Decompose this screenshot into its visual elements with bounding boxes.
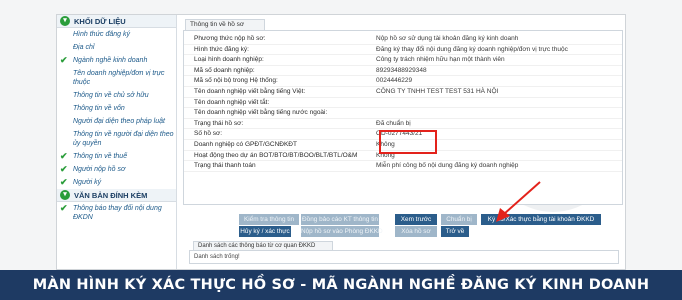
attachment-item-label: Thông báo thay đổi nội dung ĐKDN <box>73 205 162 221</box>
file-info-panel: Phương thức nộp hồ sơ: Nộp hồ sơ sử dụng … <box>183 30 623 205</box>
sidebar-item-label: Thông tin về người đại diện theo ủy quyề… <box>73 131 174 147</box>
sidebar-item[interactable]: Thông tin về vốn <box>57 102 176 115</box>
info-row: Hình thức đăng ký: Đăng ký thay đổi nội d… <box>184 45 622 56</box>
sidebar-item[interactable]: ✔ Thông tin về thuế <box>57 150 176 163</box>
sidebar-section-title: KHỐI DỮ LIỆU <box>74 16 126 26</box>
main-content: $ Thông tin về hồ sơ Phương thức nộp hồ … <box>183 17 623 267</box>
info-row-label: Trạng thái hồ sơ: <box>194 119 244 127</box>
sidebar-item[interactable]: ✔ Người nộp hồ sơ <box>57 163 176 176</box>
screenshot-frame: ▾ KHỐI DỮ LIỆU Hình thức đăng ký Địa chỉ ✔… <box>0 0 682 270</box>
sidebar-item-label: Người nộp hồ sơ <box>73 166 126 173</box>
info-row-value: Đã chuẩn bị <box>376 119 411 127</box>
info-row-label: Doanh nghiệp có GPĐT/GCNĐKĐT <box>194 140 297 148</box>
sidebar-item-label: Thông tin về vốn <box>73 105 125 112</box>
info-row-value: 0024446229 <box>376 77 413 85</box>
info-row: Tên doanh nghiệp viết tắt: <box>184 98 622 109</box>
info-row-label: Hoạt động theo dự án BOT/BTO/BT/BOO/BLT/… <box>194 151 358 159</box>
cancel-sign-button[interactable]: Hủy ký / xác thực <box>239 226 291 237</box>
check-info-button[interactable]: Kiểm tra thông tin <box>239 214 299 225</box>
check-icon: ✔ <box>60 55 68 65</box>
delete-file-button[interactable]: Xóa hồ sơ <box>395 226 437 237</box>
submit-file-button[interactable]: Nộp hồ sơ vào Phòng ĐKKD <box>301 226 383 237</box>
info-row-label: Tên doanh nghiệp viết tắt: <box>194 98 270 106</box>
app-window: ▾ KHỐI DỮ LIỆU Hình thức đăng ký Địa chỉ ✔… <box>56 14 626 270</box>
info-row-label: Tên doanh nghiệp viết bằng tiếng Việt: <box>194 87 306 95</box>
info-row-label: Hình thức đăng ký: <box>194 45 249 53</box>
info-row: Loại hình doanh nghiệp: Công ty trách nhi… <box>184 55 622 66</box>
sidebar-item[interactable]: Địa chỉ <box>57 41 176 54</box>
sidebar-item[interactable]: Người đại diện theo pháp luật <box>57 115 176 128</box>
info-row-value: Công ty trách nhiệm hữu hạn một thành vi… <box>376 56 505 64</box>
info-row: Tên doanh nghiệp viết bằng tiếng nước ng… <box>184 108 622 119</box>
sidebar-section-data[interactable]: ▾ KHỐI DỮ LIỆU <box>57 15 176 28</box>
info-row: Tên doanh nghiệp viết bằng tiếng Việt: CÔ… <box>184 87 622 98</box>
sidebar-item-label: Người đại diện theo pháp luật <box>73 118 165 125</box>
info-row-value: Miễn phí công bố nội dung đăng ký doanh … <box>376 162 519 170</box>
sidebar-item[interactable]: Hình thức đăng ký <box>57 28 176 41</box>
status-highlight-box <box>379 130 437 154</box>
info-row-value <box>376 98 622 108</box>
info-row-label: Mã số doanh nghiệp: <box>194 66 255 74</box>
info-row: Trạng thái thanh toán Miễn phí công bố nộ… <box>184 161 622 172</box>
sidebar: ▾ KHỐI DỮ LIỆU Hình thức đăng ký Địa chỉ ✔… <box>57 15 177 269</box>
sidebar-item[interactable]: Thông tin về chủ sở hữu <box>57 89 176 102</box>
info-row-label: Trạng thái thanh toán <box>194 162 256 170</box>
check-icon: ✔ <box>60 177 68 187</box>
info-row: Trạng thái hồ sơ: Đã chuẩn bị <box>184 119 622 130</box>
sidebar-item[interactable]: ✔ Người ký <box>57 176 176 189</box>
section-toggle-icon: ▾ <box>60 16 70 26</box>
annotation-arrow-icon <box>496 181 541 222</box>
info-row-value: 89293488929348 <box>376 66 427 74</box>
sidebar-item[interactable]: Thông tin về người đại diện theo ủy quyề… <box>57 128 176 150</box>
prepare-button[interactable]: Chuẩn bị <box>441 214 477 225</box>
check-icon: ✔ <box>60 203 68 213</box>
check-icon: ✔ <box>60 164 68 174</box>
back-button[interactable]: Trở về <box>441 226 469 237</box>
attachment-item[interactable]: ✔ Thông báo thay đổi nội dung ĐKDN <box>57 202 176 224</box>
sidebar-item-label: Ngành nghề kinh doanh <box>73 57 148 64</box>
notifications-list-empty: Danh sách trống! <box>189 250 619 264</box>
sidebar-item[interactable]: Tên doanh nghiệp/đơn vị trực thuộc <box>57 67 176 89</box>
sidebar-item-label: Thông tin về thuế <box>73 153 128 160</box>
info-row-label: Mã số nội bộ trong Hệ thống: <box>194 77 278 85</box>
sync-report-button[interactable]: Đồng bảo cáo KT thông tin <box>301 214 379 225</box>
section-toggle-icon: ▾ <box>60 190 70 200</box>
sidebar-section-attachments[interactable]: ▾ VĂN BẢN ĐÍNH KÈM <box>57 189 176 202</box>
sidebar-section-title: VĂN BẢN ĐÍNH KÈM <box>74 190 148 200</box>
info-row-value: CÔNG TY TNHH TEST TEST 531 HÀ NỘI <box>376 87 499 95</box>
info-row-label: Tên doanh nghiệp viết bằng tiếng nước ng… <box>194 109 328 117</box>
info-row-value: Nộp hồ sơ sử dụng tài khoản đăng ký kinh… <box>376 35 519 42</box>
info-row: Phương thức nộp hồ sơ: Nộp hồ sơ sử dụng … <box>184 34 622 45</box>
sidebar-item[interactable]: ✔ Ngành nghề kinh doanh <box>57 54 176 67</box>
info-row-value: Đăng ký thay đổi nội dung đăng ký doanh … <box>376 45 568 53</box>
sidebar-item-label: Địa chỉ <box>73 44 95 51</box>
sidebar-item-label: Người ký <box>73 179 102 186</box>
sidebar-item-label: Thông tin về chủ sở hữu <box>73 92 149 99</box>
info-row-value <box>376 108 622 118</box>
check-icon: ✔ <box>60 151 68 161</box>
sidebar-item-label: Tên doanh nghiệp/đơn vị trực thuộc <box>73 70 165 86</box>
caption-banner: MÀN HÌNH KÝ XÁC THỰC HỒ SƠ - MÃ NGÀNH NG… <box>0 270 682 300</box>
info-row-label: Loại hình doanh nghiệp: <box>194 56 264 64</box>
tab-file-info[interactable]: Thông tin về hồ sơ <box>185 19 265 30</box>
info-row-label: Phương thức nộp hồ sơ: <box>194 35 266 42</box>
info-row-label: Số hồ sơ: <box>194 130 223 138</box>
info-row: Mã số nội bộ trong Hệ thống: 0024446229 <box>184 76 622 87</box>
sidebar-item-label: Hình thức đăng ký <box>73 31 130 38</box>
preview-button[interactable]: Xem trước <box>395 214 437 225</box>
info-row: Mã số doanh nghiệp: 89293488929348 <box>184 66 622 77</box>
